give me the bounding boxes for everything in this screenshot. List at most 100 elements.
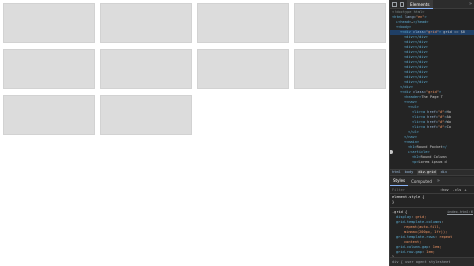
dom-token: </div>	[400, 85, 413, 89]
css-value: repeat(auto-fill,	[404, 225, 441, 229]
breadcrumb-item[interactable]: div	[441, 170, 448, 175]
dom-token: </	[442, 145, 447, 149]
dom-token: <div></div>	[404, 80, 428, 84]
dom-token: "grid"	[425, 30, 439, 34]
dom-token: >	[424, 15, 427, 19]
rule-close-brace: }	[392, 200, 395, 204]
more-tabs-button[interactable]: »	[469, 1, 474, 7]
dom-token: href=	[427, 125, 438, 129]
dom-token: href=	[427, 110, 438, 114]
dom-token: <header>	[404, 95, 422, 99]
css-property: grid-column-gap	[396, 245, 429, 249]
dom-token: <div></div>	[404, 70, 428, 74]
dom-token: class=	[412, 30, 426, 34]
dom-token: grid == $0	[443, 30, 465, 34]
dom-token: <h2>	[412, 155, 421, 159]
dom-token: ▾<div	[400, 90, 413, 94]
css-property: display	[396, 215, 412, 219]
resize-handle-icon[interactable]	[390, 150, 393, 154]
dom-token: ▾<nav>	[404, 100, 417, 104]
css-value: minmax(200px, 1fr));	[404, 230, 448, 234]
css-property: grid-template-columns	[396, 220, 442, 224]
rule-source-link[interactable]: index.html:6	[447, 210, 473, 215]
dom-token: href=	[427, 120, 438, 124]
dom-token: </ul>	[408, 130, 419, 134]
css-value: grid;	[415, 215, 427, 219]
dom-token: <div></div>	[404, 35, 428, 39]
styles-bottom-bar: div { user agent stylesheet	[390, 257, 474, 266]
dom-token: Ho	[446, 110, 451, 114]
dom-token: href=	[427, 115, 438, 119]
more-panels-button[interactable]: »	[437, 178, 440, 184]
css-property: grid-template-rows	[396, 235, 435, 239]
style-rules: element.style {} .grid { index.html:6 displ…	[390, 195, 474, 260]
css-value: 1em;	[426, 250, 435, 254]
dom-tree[interactable]: <!doctype html> <html lang="en"> ▸<head>…<…	[390, 9, 474, 164]
dom-token: <li><a	[412, 125, 428, 129]
css-property: grid-row-gap	[396, 250, 422, 254]
dom-token: ▸<article>	[408, 150, 430, 154]
dom-token: </head>	[413, 20, 429, 24]
dom-token: >	[438, 90, 442, 94]
dom-token: <!doctype html>	[392, 10, 425, 14]
dom-token: <div></div>	[404, 45, 428, 49]
hover-state-button[interactable]: :hov	[440, 188, 449, 193]
grid-container	[3, 3, 386, 135]
css-colon: :	[441, 220, 444, 224]
inspect-element-icon[interactable]	[392, 1, 397, 7]
grid-item	[197, 49, 289, 89]
dom-token: <li><a	[412, 115, 428, 119]
grid-item	[100, 49, 192, 89]
styles-tabbar: Styles Computed »	[390, 177, 474, 186]
new-rule-button[interactable]: +	[464, 188, 466, 193]
class-toggle-button[interactable]: .cls	[453, 188, 462, 193]
dom-token: class=	[412, 90, 426, 94]
dom-token: <div></div>	[404, 65, 428, 69]
dom-token: <div></div>	[404, 50, 428, 54]
rule-selector: .grid {	[392, 210, 408, 214]
dom-token: <div></div>	[404, 60, 428, 64]
dom-token: <div></div>	[404, 40, 428, 44]
styles-filter-row: :hov .cls +	[390, 187, 474, 194]
page-viewport	[0, 0, 389, 266]
tab-styles[interactable]: Styles	[390, 176, 409, 186]
dom-token: <h1>	[408, 145, 417, 149]
breadcrumb: html body div.grid div	[390, 169, 474, 176]
grid-item	[3, 49, 95, 89]
tab-elements[interactable]: Elements	[407, 0, 433, 9]
devtools-toolbar: Elements »	[390, 0, 474, 9]
dom-token: Ab	[446, 115, 451, 119]
devtools-panel: Elements » <!doctype html> <html lang="en…	[389, 0, 474, 266]
breadcrumb-item[interactable]: body	[405, 170, 414, 175]
dom-node[interactable]: <p>Lorem ipsum d	[392, 160, 474, 165]
breadcrumb-item[interactable]: html	[392, 170, 401, 175]
dom-token: Co	[446, 125, 451, 129]
dom-token: ▾<div	[400, 30, 413, 34]
grid-item	[294, 3, 386, 43]
grid-item	[3, 95, 95, 135]
dom-token: Round Column	[420, 155, 447, 159]
tab-computed[interactable]: Computed	[408, 177, 435, 186]
dom-token: ▸<head>	[396, 20, 412, 24]
dom-token: <li><a	[412, 120, 428, 124]
dom-node-selected[interactable]: ▾<div class="grid"> grid == $0	[390, 30, 474, 35]
dom-token: The Page T	[421, 95, 443, 99]
dom-token: Wo	[446, 120, 451, 124]
styles-filter-input[interactable]	[392, 187, 436, 193]
dom-token: <div></div>	[404, 55, 428, 59]
dom-token: <html	[392, 15, 405, 19]
css-value: 1em;	[432, 245, 442, 249]
dom-token: "grid"	[425, 90, 439, 94]
css-value: repeat	[439, 235, 453, 239]
dom-token: <li><a	[412, 110, 428, 114]
css-value: content;	[404, 240, 422, 244]
dom-token: lang=	[404, 15, 416, 19]
rule-selector: element.style {	[392, 195, 425, 199]
dom-token: Round Pocket	[416, 145, 443, 149]
device-toolbar-icon[interactable]	[400, 1, 404, 7]
grid-item	[100, 95, 192, 135]
dom-token: <div></div>	[404, 75, 428, 79]
breadcrumb-item[interactable]: div.grid	[417, 170, 437, 175]
dom-token: ▾<ul>	[408, 105, 419, 109]
grid-item	[197, 3, 289, 43]
